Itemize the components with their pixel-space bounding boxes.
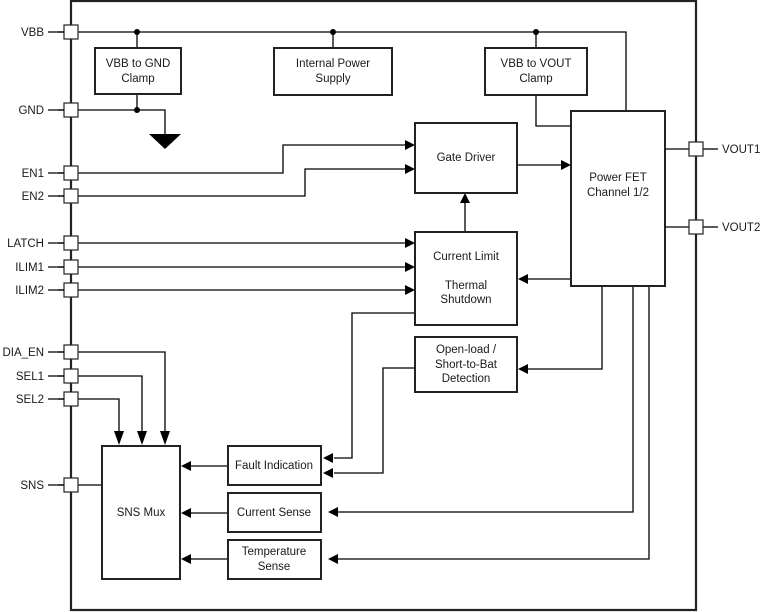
- wire-ilim-fault: [334, 312, 415, 459]
- pin-pad-ilim2: [63, 282, 79, 298]
- arrow-ilim2: [405, 285, 415, 295]
- label-shutdown: Shutdown: [440, 294, 491, 306]
- label-gnd-clamp-2: Clamp: [121, 73, 154, 85]
- pin-label-sel1: SEL1: [16, 371, 44, 383]
- pin-pad-sns: [63, 477, 79, 493]
- pin-label-sel2: SEL2: [16, 394, 44, 406]
- pin-label-vout2: VOUT2: [722, 222, 760, 234]
- arrow-latch: [405, 238, 415, 248]
- block-internal-power-supply: [273, 47, 393, 96]
- label-current-sense: Current Sense: [237, 507, 311, 519]
- wire-diaen: [78, 351, 166, 432]
- label-gnd-clamp-1: VBB to GND: [106, 58, 171, 70]
- pin-stubs: [48, 31, 64, 486]
- label-sns-mux: SNS Mux: [117, 507, 166, 519]
- label-openload-2: Short-to-Bat: [435, 359, 498, 371]
- pin-pad-dia-en: [63, 344, 79, 360]
- pin-label-ilim2: ILIM2: [15, 285, 44, 297]
- pin-pad-vout2: [688, 219, 704, 235]
- wire-sel1: [78, 375, 143, 432]
- pin-pad-en2: [63, 188, 79, 204]
- junction-dot: [134, 107, 140, 113]
- block-vbb-vout-clamp: [484, 47, 588, 96]
- arrow-sel1-mux: [137, 431, 147, 445]
- label-vout-clamp-2: Clamp: [519, 73, 552, 85]
- label-gate-driver: Gate Driver: [437, 152, 496, 164]
- junction-dot: [134, 29, 140, 35]
- pin-pad-sel2: [63, 391, 79, 407]
- label-power-fet-1: Power FET: [589, 172, 647, 184]
- pin-pad-en1: [63, 165, 79, 181]
- arrow-openload-fault: [323, 468, 333, 478]
- ground-icon: [149, 134, 181, 149]
- pin-pad-gnd: [63, 102, 79, 118]
- wire-fet-openload: [527, 286, 603, 370]
- junction-dot: [330, 29, 336, 35]
- label-intpower-1: Internal Power: [296, 58, 370, 70]
- arrow-en1: [405, 140, 415, 150]
- arrow-diaen-mux: [160, 431, 170, 445]
- arrow-en2: [405, 164, 415, 174]
- label-vout-clamp-1: VBB to VOUT: [501, 58, 572, 70]
- pin-label-gnd: GND: [18, 105, 44, 117]
- pin-label-ilim1: ILIM1: [15, 262, 44, 274]
- arrow-gate-fet: [561, 160, 571, 170]
- wire-sel2: [78, 398, 120, 432]
- label-current-limit: Current Limit: [433, 251, 500, 263]
- arrow-ilim1: [405, 262, 415, 272]
- pin-label-dia-en: DIA_EN: [2, 347, 44, 359]
- pin-pad-ilim1: [63, 259, 79, 275]
- label-thermal: Thermal: [445, 280, 487, 292]
- arrow-sel2-mux: [114, 431, 124, 445]
- pin-pad-vbb: [63, 24, 79, 40]
- label-temp-sense-2: Sense: [258, 561, 291, 573]
- junction-dot: [533, 29, 539, 35]
- arrow-fet-openload: [518, 364, 528, 374]
- arrow-isense-mux: [181, 508, 191, 518]
- pin-label-en1: EN1: [22, 168, 44, 180]
- block-vbb-gnd-clamp: [94, 47, 182, 95]
- arrow-isense: [328, 507, 338, 517]
- wire-gnd: [78, 109, 166, 134]
- label-openload-3: Detection: [442, 373, 491, 385]
- label-fault-indication: Fault Indication: [235, 460, 313, 472]
- arrow-tsense-mux: [181, 554, 191, 564]
- label-openload-1: Open-load /: [436, 344, 497, 356]
- label-intpower-2: Supply: [315, 73, 350, 85]
- block-current-limit: [414, 231, 518, 326]
- pin-label-latch: LATCH: [7, 238, 44, 250]
- pin-label-en2: EN2: [22, 191, 44, 203]
- wire-openload-fault: [334, 367, 415, 474]
- arrow-ilim-fault: [323, 453, 333, 463]
- arrow-ilim-gate: [460, 193, 470, 203]
- wire-voutclamp-fet: [535, 96, 571, 127]
- pin-label-sns: SNS: [20, 480, 44, 492]
- pin-pad-sel1: [63, 368, 79, 384]
- pin-label-vout1: VOUT1: [722, 144, 760, 156]
- arrow-fault-mux: [181, 461, 191, 471]
- arrow-tsense: [328, 554, 338, 564]
- label-power-fet-2: Channel 1/2: [587, 187, 649, 199]
- arrow-fet-ilim: [518, 274, 528, 284]
- block-labels: VBB to GND Clamp Internal Power Supply V…: [106, 58, 649, 573]
- pin-pad-latch: [63, 235, 79, 251]
- block-diagram: VBB GND EN1 EN2 LATCH ILIM1 ILIM2 DIA_EN…: [2, 0, 760, 612]
- label-temp-sense-1: Temperature: [242, 546, 307, 558]
- pin-label-vbb: VBB: [21, 27, 44, 39]
- pin-pad-vout1: [688, 141, 704, 157]
